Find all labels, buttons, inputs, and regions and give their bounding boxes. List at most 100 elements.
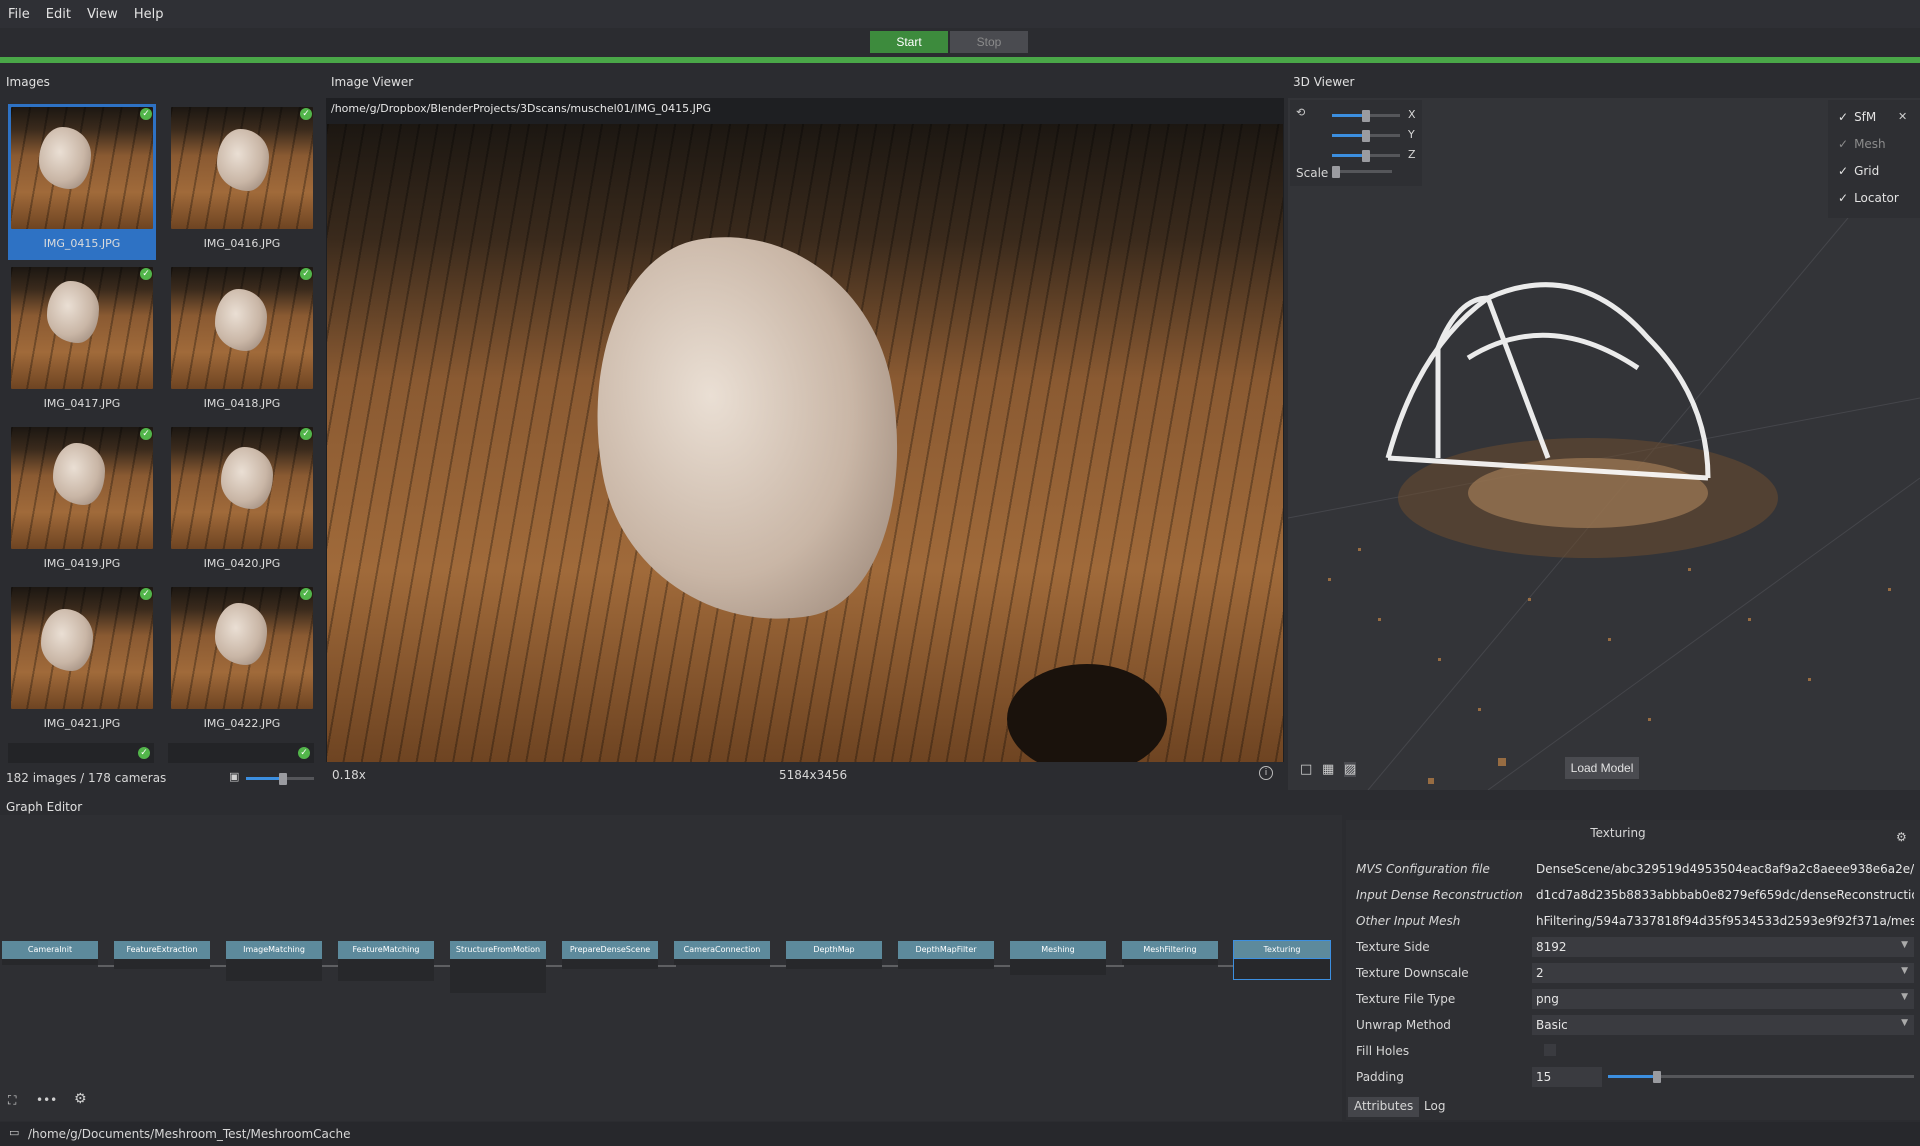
main-image[interactable]: [327, 124, 1283, 762]
graph-node-body[interactable]: [898, 959, 994, 969]
attribute-label: Padding: [1356, 1070, 1404, 1084]
thumbnail-image: [11, 267, 153, 389]
orbit-3d-icon[interactable]: ⟲: [1296, 106, 1305, 119]
stop-button[interactable]: Stop: [950, 31, 1028, 53]
attribute-row: Texture File Type png ▼: [1348, 987, 1918, 1011]
grid-view-icon[interactable]: ▦: [1322, 762, 1334, 777]
thumbnail-label: IMG_0422.JPG: [203, 717, 281, 730]
thumbnail[interactable]: ✓ IMG_0415.JPG: [8, 104, 156, 260]
attribute-label: Other Input Mesh: [1356, 914, 1461, 928]
viewer-3d[interactable]: [1288, 98, 1920, 790]
menu-help[interactable]: Help: [126, 7, 172, 22]
layer-toggle-locator[interactable]: ✓ Locator: [1838, 191, 1899, 205]
thumbnail[interactable]: ✓ IMG_0418.JPG: [168, 264, 316, 420]
thumbnail-label: IMG_0415.JPG: [43, 237, 121, 250]
graph-node-meshfiltering[interactable]: MeshFiltering: [1122, 941, 1218, 959]
attribute-row: Texture Downscale 2 ▼: [1348, 961, 1918, 985]
graph-node-body[interactable]: [786, 959, 882, 969]
close-icon[interactable]: ✕: [1898, 110, 1907, 123]
attribute-label: MVS Configuration file: [1356, 862, 1490, 876]
attribute-dropdown[interactable]: png ▼: [1532, 989, 1914, 1009]
menu-view[interactable]: View: [79, 7, 126, 22]
graph-node-structurefrommotion[interactable]: StructureFromMotion: [450, 941, 546, 959]
check-icon: ✓: [1838, 164, 1849, 178]
padding-field[interactable]: 15: [1532, 1067, 1602, 1087]
menu-bar: File Edit View Help: [0, 0, 1920, 28]
settings-icon[interactable]: ⚙: [1896, 830, 1907, 844]
graph-node-depthmapfilter[interactable]: DepthMapFilter: [898, 941, 994, 959]
attribute-dropdown[interactable]: 8192 ▼: [1532, 937, 1914, 957]
layer-toggle-sfm[interactable]: ✓ SfM: [1838, 110, 1876, 124]
graph-node-imagematching[interactable]: ImageMatching: [226, 941, 322, 959]
attribute-value: Basic: [1536, 1018, 1568, 1032]
image-viewer-footer: 0.18x 5184x3456 i: [326, 764, 1284, 786]
attribute-label: Input Dense Reconstruction: [1356, 888, 1523, 902]
graph-node-body[interactable]: [226, 959, 322, 981]
attributes-title: Texturing: [1590, 826, 1646, 840]
settings-icon[interactable]: ⚙: [74, 1091, 87, 1107]
folder-icon[interactable]: ▭: [9, 1126, 19, 1139]
attribute-value[interactable]: hFiltering/594a7337818f94d35f9534533d259…: [1532, 911, 1914, 931]
graph-node-cameraconnection[interactable]: CameraConnection: [674, 941, 770, 959]
thumbnail-image: [171, 267, 313, 389]
thumbnail[interactable]: ✓ IMG_0419.JPG: [8, 424, 156, 580]
thumbnail-partial[interactable]: ✓: [168, 743, 314, 763]
tab-log[interactable]: Log: [1418, 1097, 1451, 1117]
attribute-dropdown[interactable]: Basic ▼: [1532, 1015, 1914, 1035]
tab-attributes[interactable]: Attributes: [1348, 1097, 1420, 1117]
single-view-icon[interactable]: □: [1300, 762, 1312, 777]
thumbnail-partial[interactable]: ✓: [8, 743, 154, 763]
graph-node-texturing[interactable]: Texturing: [1233, 940, 1331, 960]
graph-node-featurematching[interactable]: FeatureMatching: [338, 941, 434, 959]
axis-slider-y[interactable]: [1332, 130, 1400, 142]
graph-node-body[interactable]: [674, 959, 770, 965]
thumbnail[interactable]: ✓ IMG_0420.JPG: [168, 424, 316, 580]
graph-node-body[interactable]: [450, 959, 546, 993]
attribute-value[interactable]: DenseScene/abc329519d4953504eac8af9a2c8a…: [1532, 859, 1914, 879]
graph-node-body[interactable]: [2, 959, 98, 965]
padding-slider[interactable]: [1608, 1071, 1914, 1083]
axis-slider-z[interactable]: [1332, 150, 1400, 162]
menu-edit[interactable]: Edit: [38, 7, 79, 22]
attribute-dropdown[interactable]: 2 ▼: [1532, 963, 1914, 983]
image-path: /home/g/Dropbox/BlenderProjects/3Dscans/…: [331, 102, 712, 115]
thumbnail-size-slider[interactable]: [246, 773, 314, 785]
graph-node-body[interactable]: [114, 959, 210, 969]
layer-toggle-grid[interactable]: ✓ Grid: [1838, 164, 1879, 178]
graph-node-body[interactable]: [1122, 959, 1218, 965]
thumbnail[interactable]: ✓ IMG_0421.JPG: [8, 584, 156, 740]
thumbnail[interactable]: ✓ IMG_0416.JPG: [168, 104, 316, 260]
layer-label: Locator: [1854, 191, 1899, 205]
graph-node-depthmap[interactable]: DepthMap: [786, 941, 882, 959]
view-mode-toolbar: □ ▦ ▨: [1300, 762, 1360, 780]
check-icon: ✓: [298, 747, 310, 759]
graph-node-body[interactable]: [562, 959, 658, 969]
graph-node-meshing[interactable]: Meshing: [1010, 941, 1106, 959]
scale-slider[interactable]: [1332, 166, 1392, 178]
graph-node-body[interactable]: [1010, 959, 1106, 975]
info-icon[interactable]: i: [1259, 766, 1273, 780]
layer-toggle-mesh[interactable]: ✓ Mesh: [1838, 137, 1886, 151]
load-model-button[interactable]: Load Model: [1565, 757, 1639, 779]
axis-slider-x[interactable]: [1332, 110, 1400, 122]
graph-node-body[interactable]: [1233, 958, 1331, 980]
thumbnail-image: [11, 427, 153, 549]
graph-node-body[interactable]: [338, 959, 434, 981]
fill-holes-checkbox[interactable]: [1544, 1044, 1556, 1056]
graph-node-preparedensescene[interactable]: PrepareDenseScene: [562, 941, 658, 959]
thumbnail[interactable]: ✓ IMG_0422.JPG: [168, 584, 316, 740]
check-icon: ✓: [140, 108, 152, 120]
attribute-value[interactable]: d1cd7a8d235b8833abbbab0e8279ef659dc/dens…: [1532, 885, 1914, 905]
graph-node-featureextraction[interactable]: FeatureExtraction: [114, 941, 210, 959]
attribute-label: Texture Side: [1356, 940, 1430, 954]
graph-node-camerainit[interactable]: CameraInit: [2, 941, 98, 959]
start-button[interactable]: Start: [870, 31, 948, 53]
global-progress-bar: [0, 57, 1920, 63]
menu-file[interactable]: File: [0, 7, 38, 22]
wireframe-icon[interactable]: ▨: [1344, 762, 1357, 777]
check-icon: ✓: [1838, 110, 1849, 124]
thumbnail[interactable]: ✓ IMG_0417.JPG: [8, 264, 156, 420]
fit-view-icon[interactable]: ⛶: [8, 1093, 16, 1108]
dots-icon[interactable]: •••: [36, 1093, 57, 1107]
image-resolution: 5184x3456: [779, 768, 848, 782]
